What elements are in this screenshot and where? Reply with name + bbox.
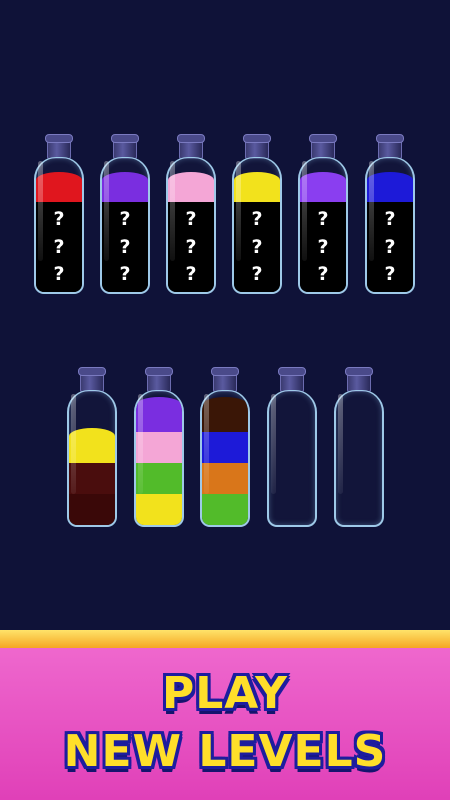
bottle-2[interactable] (132, 367, 184, 527)
liquid-layer (69, 463, 115, 494)
bottle-glass (134, 390, 184, 527)
banner-title-line2: NEW LEVELS (63, 726, 387, 777)
liquid-layer (202, 432, 248, 463)
liquid-layer-purple (102, 172, 148, 204)
bottle-neck (211, 367, 239, 392)
bottle-glass (200, 390, 250, 527)
question-mark-icon: ? (251, 235, 263, 258)
bottle-neck (376, 134, 404, 159)
liquid-layer-pink (168, 172, 214, 204)
question-mark-icon: ? (53, 235, 65, 258)
hidden-layers: ??? (168, 202, 214, 292)
bottle-neck (243, 134, 271, 159)
question-mark-icon: ? (185, 262, 197, 285)
mystery-bottle-2[interactable]: ??? (98, 134, 150, 295)
game-board: ?????????????????? (0, 0, 450, 630)
bottle-glass: ??? (34, 157, 84, 294)
liquid-layer-red (36, 172, 82, 204)
banner-stripe (0, 630, 450, 648)
hidden-layers: ??? (300, 202, 346, 292)
liquid-layer-yellow (234, 172, 280, 204)
liquid-layer-violet (300, 172, 346, 204)
question-mark-icon: ? (251, 208, 263, 231)
banner-title-line1: PLAY (162, 668, 288, 719)
hidden-layers: ??? (36, 202, 82, 292)
bottle-1[interactable] (65, 367, 117, 527)
hidden-layers: ??? (102, 202, 148, 292)
bottle-neck (111, 134, 139, 159)
bottle-neck (145, 367, 173, 392)
liquid-layer (136, 397, 182, 432)
liquid-layer (202, 494, 248, 525)
mystery-bottle-3[interactable]: ??? (164, 134, 216, 295)
mystery-bottle-6[interactable]: ??? (363, 134, 415, 295)
question-mark-icon: ? (53, 262, 65, 285)
bottle-neck (177, 134, 205, 159)
question-mark-icon: ? (317, 262, 329, 285)
bottle-neck (78, 367, 106, 392)
hidden-layers: ??? (367, 202, 413, 292)
liquid-layer (136, 494, 182, 525)
liquid-layer-blue (367, 172, 413, 204)
question-mark-icon: ? (119, 262, 131, 285)
question-mark-icon: ? (384, 235, 396, 258)
bottle-glass: ??? (166, 157, 216, 294)
question-mark-icon: ? (119, 235, 131, 258)
question-mark-icon: ? (119, 208, 131, 231)
bottle-neck (45, 134, 73, 159)
question-mark-icon: ? (251, 262, 263, 285)
bottle-neck (345, 367, 373, 392)
bottle-glass (267, 390, 317, 527)
question-mark-icon: ? (53, 208, 65, 231)
question-mark-icon: ? (317, 208, 329, 231)
bottle-glass: ??? (232, 157, 282, 294)
bottle-glass: ??? (298, 157, 348, 294)
bottle-neck (309, 134, 337, 159)
bottle-5[interactable] (332, 367, 384, 527)
question-mark-icon: ? (384, 208, 396, 231)
liquid-layer (136, 432, 182, 463)
liquid-layer (69, 428, 115, 463)
bottle-3[interactable] (198, 367, 250, 527)
bottle-glass: ??? (100, 157, 150, 294)
question-mark-icon: ? (384, 262, 396, 285)
bottle-4[interactable] (265, 367, 317, 527)
mystery-bottle-4[interactable]: ??? (230, 134, 282, 295)
bottle-glass: ??? (365, 157, 415, 294)
question-mark-icon: ? (185, 235, 197, 258)
liquid-layer (69, 494, 115, 525)
bottle-glass (67, 390, 117, 527)
bottle-glass (334, 390, 384, 527)
question-mark-icon: ? (317, 235, 329, 258)
mystery-bottle-1[interactable]: ??? (32, 134, 84, 295)
liquid-layer (136, 463, 182, 494)
bottle-neck (278, 367, 306, 392)
question-mark-icon: ? (185, 208, 197, 231)
liquid-layer (202, 463, 248, 494)
mystery-bottle-5[interactable]: ??? (296, 134, 348, 295)
hidden-layers: ??? (234, 202, 280, 292)
liquid-layer (202, 397, 248, 432)
